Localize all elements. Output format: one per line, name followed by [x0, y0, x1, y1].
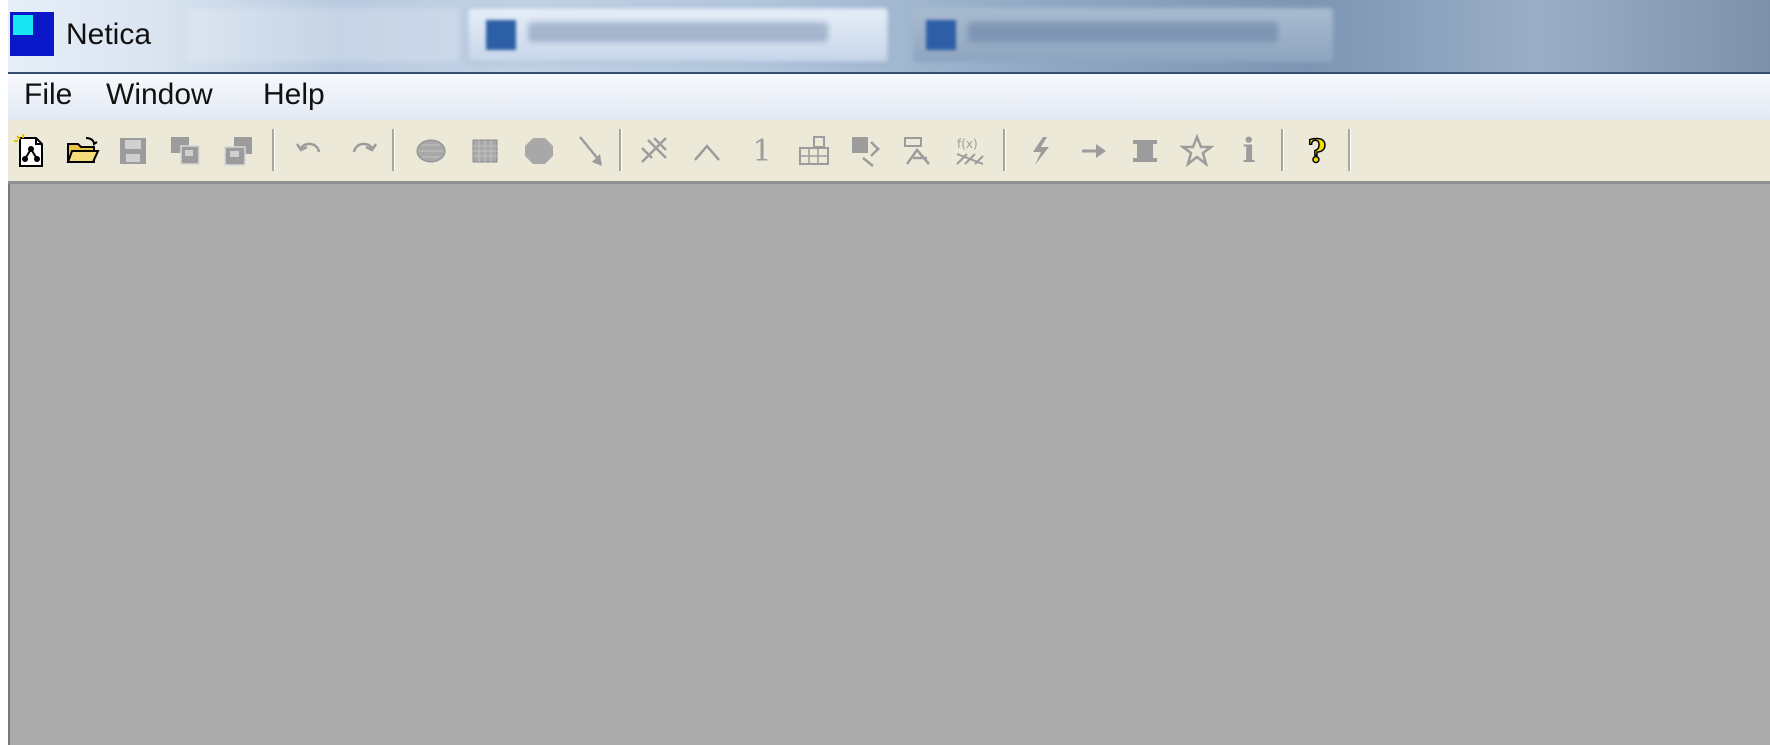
- table-icon[interactable]: [795, 132, 833, 170]
- arrow-right-icon[interactable]: [1074, 132, 1112, 170]
- window-title: Netica: [66, 18, 152, 51]
- utility-node-icon[interactable]: [520, 132, 558, 170]
- blurred-title: [968, 22, 1278, 42]
- menu-window[interactable]: Window: [106, 78, 213, 112]
- toolbar-separator: [272, 129, 275, 171]
- new-network-icon[interactable]: [12, 132, 50, 170]
- toolbar-separator: [1348, 129, 1351, 171]
- caret-icon[interactable]: [688, 132, 726, 170]
- blurred-app-icon: [926, 20, 956, 50]
- equation-icon[interactable]: f(x): [951, 132, 989, 170]
- absorb-nodes-icon[interactable]: [847, 132, 885, 170]
- optimize-icon[interactable]: [1178, 132, 1216, 170]
- background-tab-blur: [188, 8, 458, 62]
- workspace-area[interactable]: [8, 184, 1770, 745]
- menu-help[interactable]: Help: [263, 78, 325, 112]
- redo-icon[interactable]: [344, 132, 382, 170]
- save-icon[interactable]: [114, 132, 152, 170]
- add-link-icon[interactable]: [572, 132, 610, 170]
- blurred-app-icon: [486, 20, 516, 50]
- reverse-link-icon[interactable]: [899, 132, 937, 170]
- svg-text:f(x): f(x): [957, 137, 978, 151]
- netica-window: Netica File Window Help 1 f(x) i ?: [8, 0, 1770, 745]
- help-glyph: ?: [1307, 131, 1327, 171]
- compile-icon[interactable]: [1021, 132, 1059, 170]
- info-icon[interactable]: i: [1230, 131, 1268, 171]
- duplicate-icon[interactable]: [166, 132, 204, 170]
- toolbar-separator: [1003, 129, 1006, 171]
- toolbar-separator: [1281, 129, 1284, 171]
- decision-node-icon[interactable]: [466, 132, 504, 170]
- info-glyph: i: [1242, 131, 1256, 171]
- blurred-title: [528, 22, 828, 42]
- toolbar: 1 f(x) i ?: [8, 120, 1770, 184]
- netica-app-icon[interactable]: [10, 12, 54, 56]
- number-one-icon[interactable]: 1: [743, 132, 781, 170]
- undo-icon[interactable]: [291, 132, 329, 170]
- open-folder-icon[interactable]: [64, 132, 102, 170]
- menu-file[interactable]: File: [24, 78, 72, 112]
- clear-findings-icon[interactable]: [1126, 132, 1164, 170]
- menu-bar: File Window Help: [8, 74, 1770, 120]
- help-icon[interactable]: ?: [1298, 131, 1336, 171]
- remove-links-icon[interactable]: [636, 132, 674, 170]
- toolbar-separator: [619, 129, 622, 171]
- number-one-glyph: 1: [752, 133, 772, 169]
- nature-node-icon[interactable]: [412, 132, 450, 170]
- paste-icon[interactable]: [220, 132, 258, 170]
- toolbar-separator: [392, 129, 395, 171]
- title-bar[interactable]: Netica: [8, 0, 1770, 74]
